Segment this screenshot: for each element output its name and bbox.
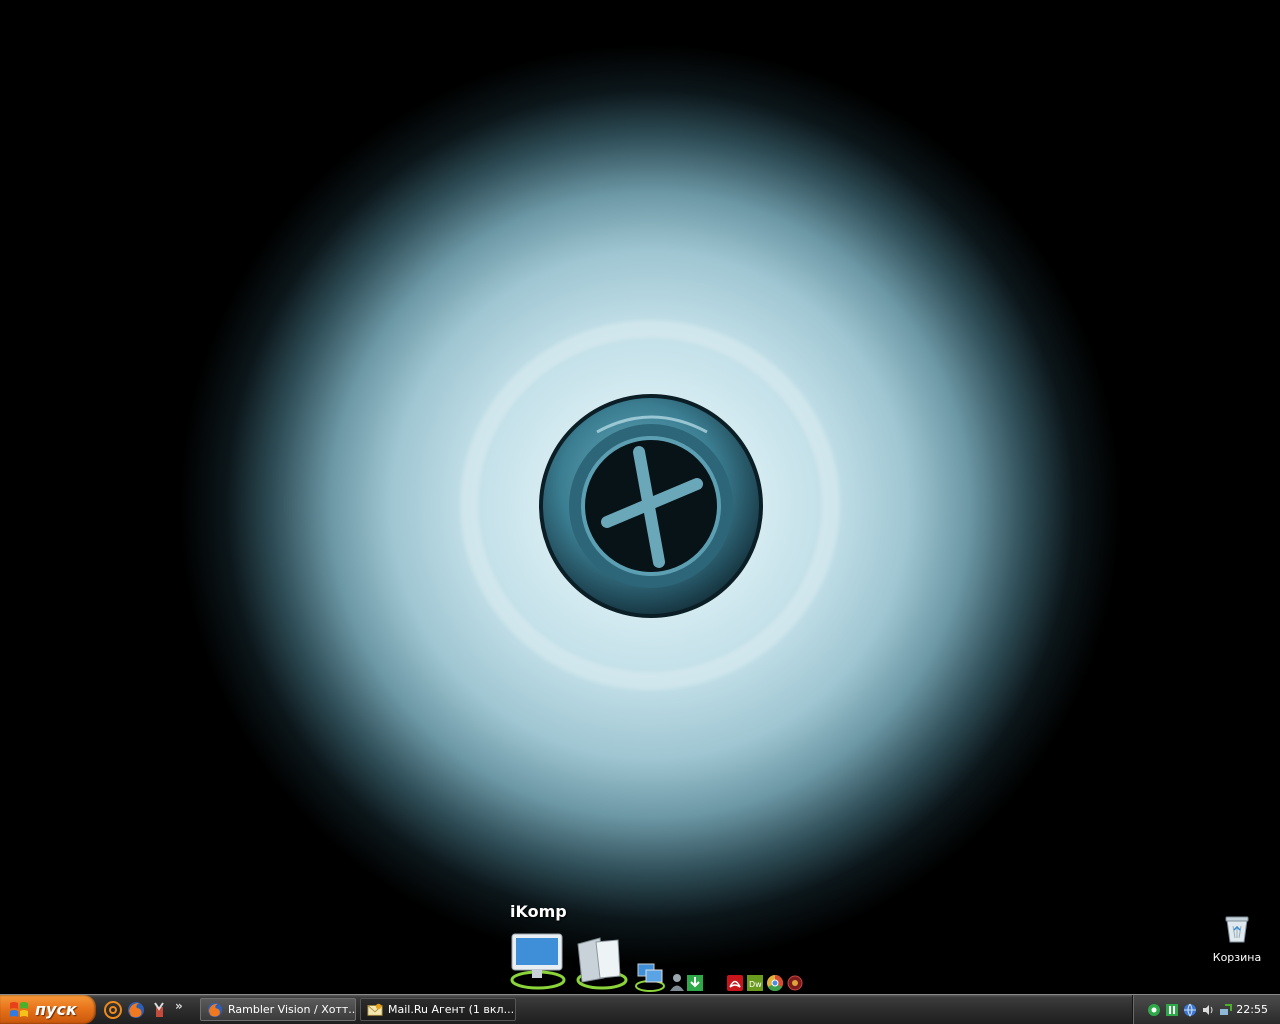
- recycle-bin[interactable]: Корзина: [1208, 912, 1266, 964]
- dock-documents-icon[interactable]: [574, 936, 628, 990]
- dock-computer-icon[interactable]: [508, 932, 566, 990]
- task-button-rambler[interactable]: Rambler Vision / Хотт...: [200, 998, 356, 1021]
- user-icon: [670, 974, 684, 991]
- green-square-icon[interactable]: [1165, 1003, 1179, 1017]
- dock-label: iKomp: [510, 902, 567, 921]
- dock-acrobat-icon[interactable]: [726, 974, 744, 992]
- firefox-icon[interactable]: [127, 1001, 145, 1019]
- dock-network-icon[interactable]: [634, 962, 666, 992]
- agent-tray-icon[interactable]: [1147, 1003, 1161, 1017]
- recycle-bin-label: Корзина: [1212, 951, 1262, 964]
- network-icon: [635, 963, 665, 992]
- desktop-wallpaper: [0, 0, 1280, 994]
- dock-download-icon[interactable]: [686, 974, 704, 992]
- tool-icon[interactable]: [150, 1001, 168, 1019]
- dock-chrome-like-icon[interactable]: [766, 974, 784, 992]
- mail-at-icon[interactable]: [104, 1001, 122, 1019]
- dock-dreamweaver-icon[interactable]: Dw: [746, 974, 764, 992]
- acrobat-icon: [727, 975, 743, 991]
- computer-icon: [510, 933, 566, 990]
- network-globe-icon[interactable]: [1183, 1003, 1197, 1017]
- volume-icon[interactable]: [1201, 1003, 1215, 1017]
- dock-user-icon[interactable]: [668, 972, 686, 992]
- sink-drain-image: [539, 394, 763, 618]
- system-tray: 22:55: [1132, 995, 1280, 1024]
- dock-agent-icon[interactable]: [786, 974, 804, 992]
- start-label: пуск: [35, 1000, 77, 1019]
- documents-icon: [576, 937, 628, 990]
- quick-launch: »: [104, 999, 183, 1021]
- dreamweaver-icon: Dw: [747, 975, 763, 991]
- windows-flag-icon: [10, 1001, 28, 1017]
- start-button[interactable]: пуск: [0, 995, 96, 1024]
- task-button-label: Rambler Vision / Хотт...: [228, 1003, 356, 1016]
- svg-text:Dw: Dw: [749, 980, 762, 989]
- taskbar: пуск » Rambler Vision / Хотт... Mail.Ru: [0, 994, 1280, 1024]
- quick-launch-more-button[interactable]: »: [175, 999, 183, 1013]
- firefox-icon: [207, 1002, 223, 1017]
- connection-icon[interactable]: [1219, 1003, 1233, 1017]
- agent-icon: [787, 975, 803, 991]
- task-button-mailru-agent[interactable]: Mail.Ru Агент (1 вкл...: [360, 998, 516, 1021]
- download-icon: [687, 975, 703, 991]
- task-button-label: Mail.Ru Агент (1 вкл...: [388, 1003, 515, 1016]
- clock[interactable]: 22:55: [1236, 1003, 1268, 1016]
- mail-envelope-icon: [367, 1003, 383, 1016]
- chrome-like-icon: [767, 974, 784, 992]
- recycle-bin-icon: [1225, 916, 1249, 943]
